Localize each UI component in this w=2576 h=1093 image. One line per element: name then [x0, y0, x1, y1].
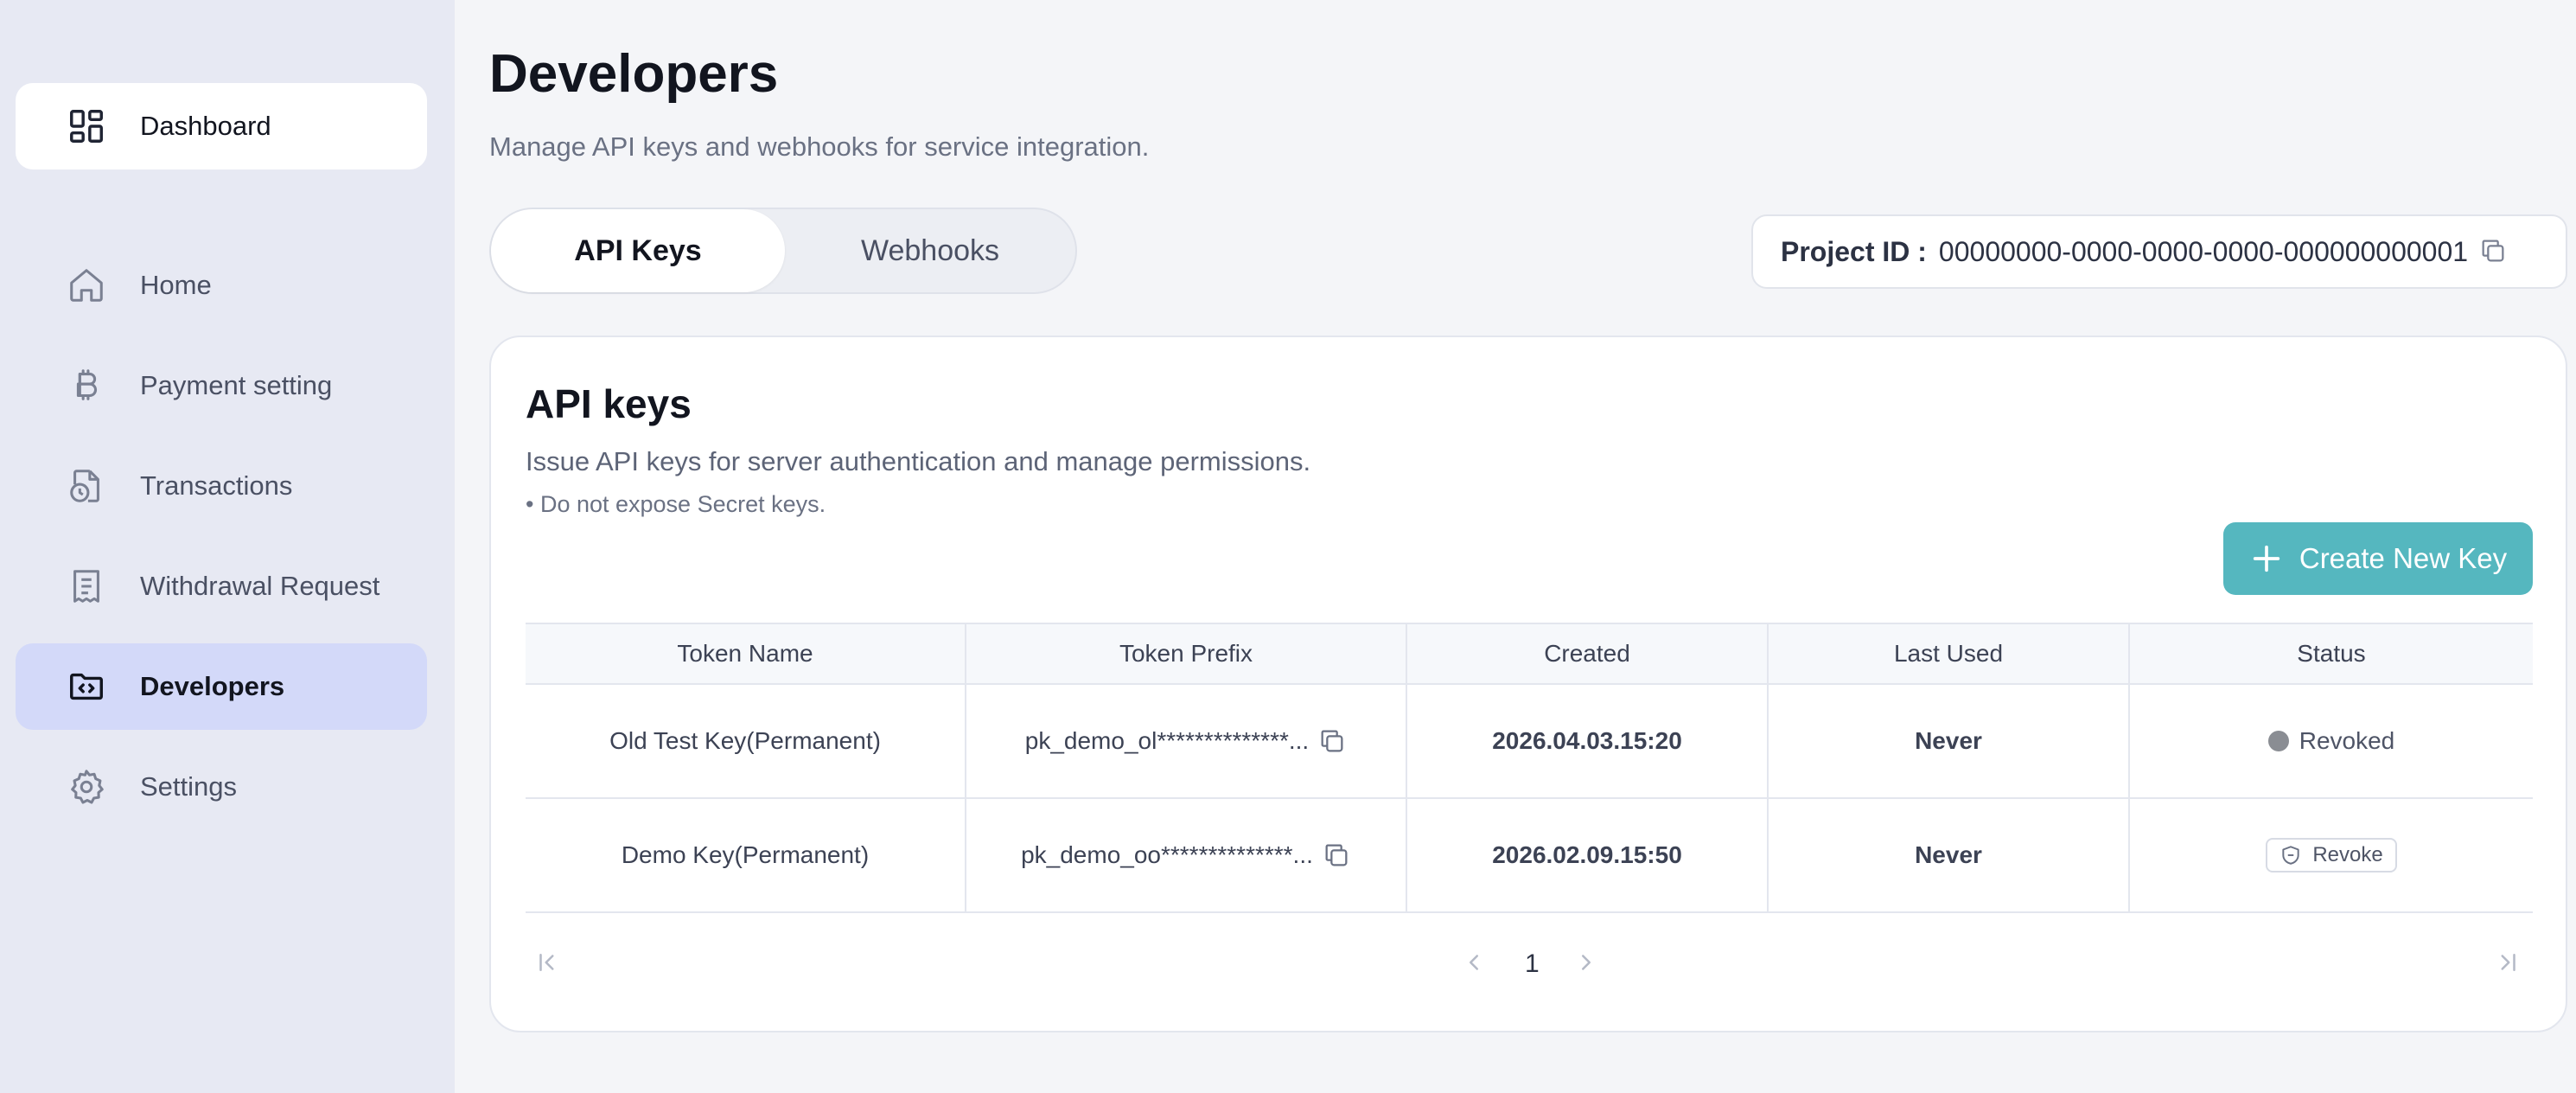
- revoke-label: Revoke: [2312, 843, 2383, 866]
- column-header: Token Prefix: [966, 624, 1407, 683]
- card-description: Issue API keys for server authentication…: [526, 446, 1311, 476]
- status-cell: Revoked: [2130, 685, 2533, 797]
- sidebar-item-label: Payment setting: [140, 370, 333, 400]
- project-id-label: Project ID :: [1781, 235, 1927, 267]
- table-row: Demo Key(Permanent) pk_demo_oo**********…: [526, 799, 2533, 913]
- receipt-icon: [66, 566, 107, 607]
- sidebar-item-withdrawal-request[interactable]: Withdrawal Request: [16, 543, 427, 630]
- sidebar-item-label: Settings: [140, 771, 238, 802]
- copy-icon[interactable]: [1322, 841, 1351, 870]
- token-prefix: pk_demo_ol**************...: [1024, 727, 1310, 754]
- sidebar-item-payment-setting[interactable]: Payment setting: [16, 342, 427, 429]
- copy-icon[interactable]: [1317, 726, 1347, 756]
- table-header: Token Name Token Prefix Created Last Use…: [526, 623, 2533, 685]
- project-id-value: 00000000-0000-0000-0000-000000000001: [1938, 235, 2469, 267]
- column-header: Last Used: [1769, 624, 2130, 683]
- home-icon: [66, 265, 107, 306]
- sidebar-item-transactions[interactable]: Transactions: [16, 443, 427, 529]
- status-dot-icon: [2267, 731, 2289, 751]
- sidebar-item-developers[interactable]: Developers: [16, 643, 427, 730]
- token-name: Old Test Key(Permanent): [526, 685, 966, 797]
- tab-bar: API Keys Webhooks: [489, 208, 1077, 294]
- sidebar-item-label: Home: [140, 270, 212, 300]
- document-clock-icon: [66, 465, 107, 507]
- copy-icon[interactable]: [2478, 236, 2509, 267]
- next-page-icon[interactable]: [1573, 949, 1599, 975]
- shield-minus-icon: [2282, 846, 2299, 865]
- sidebar-item-home[interactable]: Home: [16, 242, 427, 329]
- last-used: Never: [1769, 685, 2130, 797]
- api-keys-table: Token Name Token Prefix Created Last Use…: [526, 623, 2533, 913]
- dashboard-grid-icon: [66, 105, 107, 147]
- sidebar-item-label: Transactions: [140, 470, 293, 501]
- sidebar-item-label: Developers: [140, 671, 285, 701]
- column-header: Token Name: [526, 624, 966, 683]
- created-date: 2026.02.09.15:50: [1407, 799, 1769, 911]
- plus-icon: [2253, 545, 2280, 572]
- created-date: 2026.04.03.15:20: [1407, 685, 1769, 797]
- sidebar-item-label: Dashboard: [140, 111, 271, 141]
- token-prefix-cell: pk_demo_oo**************...: [966, 799, 1407, 911]
- sidebar-item-dashboard[interactable]: Dashboard: [16, 83, 427, 169]
- column-header: Status: [2297, 640, 2366, 667]
- gear-icon: [66, 766, 107, 808]
- revoke-button[interactable]: Revoke: [2266, 838, 2397, 872]
- table-row: Old Test Key(Permanent) pk_demo_ol******…: [526, 685, 2533, 799]
- sidebar-item-label: Withdrawal Request: [140, 571, 380, 601]
- folder-code-icon: [66, 666, 107, 707]
- page-subtitle: Manage API keys and webhooks for service…: [489, 131, 1150, 162]
- tab-api-keys[interactable]: API Keys: [491, 209, 785, 292]
- status-badge: Revoked: [2299, 727, 2395, 754]
- sidebar: Dashboard Home Payment setting Transacti…: [0, 0, 455, 1093]
- page-title: Developers: [489, 44, 779, 104]
- token-prefix: pk_demo_oo**************...: [1021, 841, 1313, 868]
- token-prefix-cell: pk_demo_ol**************...: [966, 685, 1407, 797]
- create-new-key-button[interactable]: Create New Key: [2223, 522, 2533, 595]
- token-name: Demo Key(Permanent): [526, 799, 966, 911]
- status-cell: Revoke: [2130, 799, 2533, 911]
- card-title: API keys: [526, 381, 692, 426]
- current-page[interactable]: 1: [1525, 949, 1540, 979]
- project-id-box: Project ID : 00000000-0000-0000-0000-000…: [1751, 214, 2567, 289]
- last-page-icon[interactable]: [2495, 949, 2521, 975]
- tab-webhooks[interactable]: Webhooks: [785, 209, 1075, 292]
- first-page-icon[interactable]: [534, 949, 560, 975]
- prev-page-icon[interactable]: [1461, 949, 1487, 975]
- last-used: Never: [1769, 799, 2130, 911]
- column-header: Created: [1407, 624, 1769, 683]
- api-keys-card: API keys Issue API keys for server authe…: [489, 336, 2567, 1032]
- card-note: • Do not expose Secret keys.: [526, 491, 826, 517]
- sidebar-item-settings[interactable]: Settings: [16, 744, 427, 830]
- create-new-key-label: Create New Key: [2299, 542, 2508, 574]
- bitcoin-icon: [66, 365, 107, 406]
